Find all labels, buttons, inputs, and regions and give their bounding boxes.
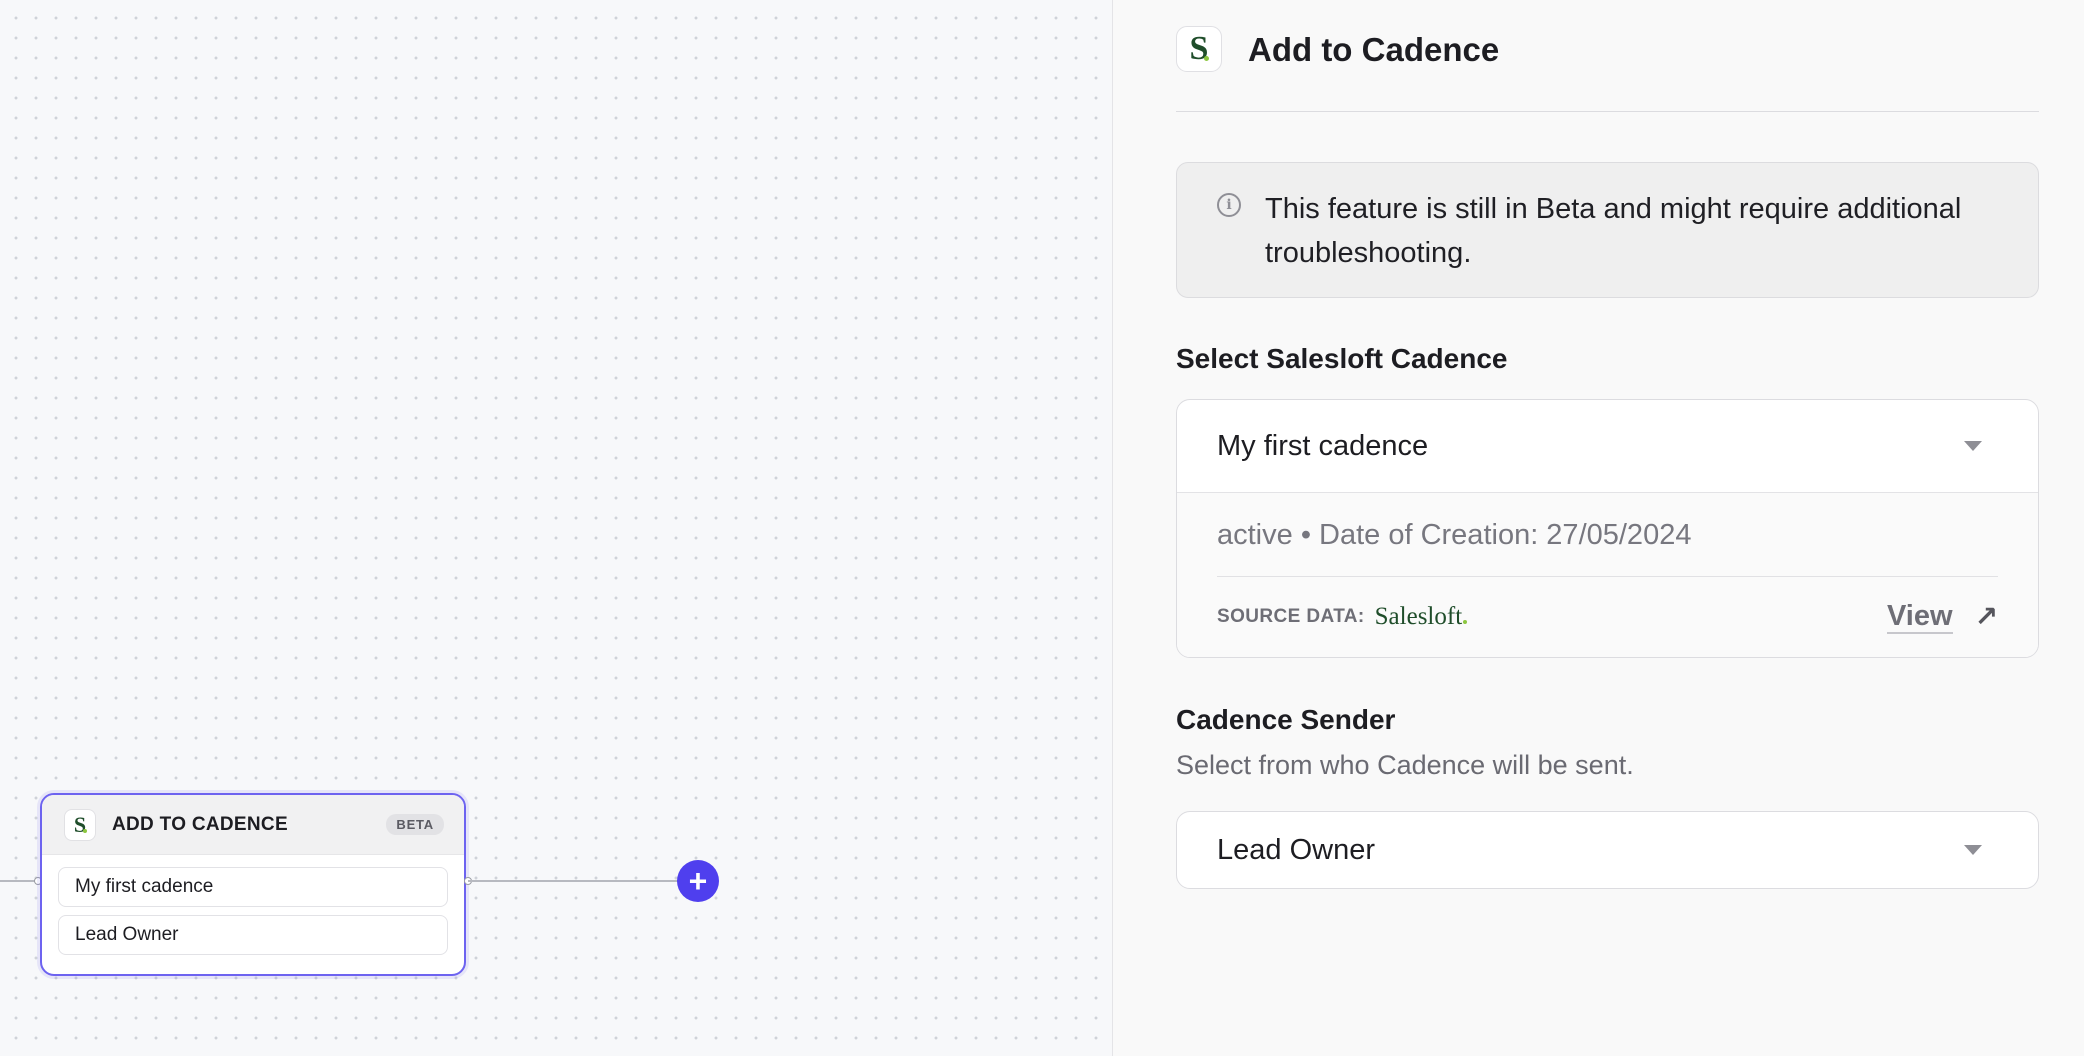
cadence-card: My first cadence active • Date of Creati… <box>1176 399 2039 658</box>
logo-letter: S <box>73 811 87 837</box>
node-header: S ADD TO CADENCE BETA <box>42 795 464 855</box>
node-title: ADD TO CADENCE <box>112 813 288 835</box>
cadence-section-label: Select Salesloft Cadence <box>1176 343 1508 374</box>
wordmark-dot <box>1463 619 1468 624</box>
add-step-button[interactable]: + <box>677 860 719 902</box>
node-field-sender: Lead Owner <box>58 915 448 955</box>
panel-header: S Add to Cadence <box>1176 26 2039 112</box>
cadence-select-value: My first cadence <box>1217 429 1429 462</box>
beta-badge: BETA <box>386 814 444 835</box>
info-glyph: i <box>1226 197 1232 213</box>
logo-letter: S <box>1189 30 1209 67</box>
app-root: S ADD TO CADENCE BETA My first cadence L… <box>0 0 2084 1056</box>
beta-alert: i This feature is still in Beta and migh… <box>1176 162 2039 298</box>
sender-select-value: Lead Owner <box>1217 833 1375 866</box>
source-label: SOURCE DATA: <box>1217 605 1365 627</box>
outgoing-connection <box>468 880 680 882</box>
incoming-connection <box>0 880 38 882</box>
cadence-details: active • Date of Creation: 27/05/2024 SO… <box>1177 493 2038 657</box>
salesloft-wordmark-text: Salesloft <box>1374 602 1463 630</box>
logo-dot <box>83 828 87 833</box>
salesloft-wordmark: Salesloft <box>1375 603 1468 631</box>
sender-section-label: Cadence Sender <box>1176 704 1396 735</box>
workflow-canvas[interactable]: S ADD TO CADENCE BETA My first cadence L… <box>0 0 1112 1056</box>
node-field-cadence: My first cadence <box>58 867 448 907</box>
sender-select[interactable]: Lead Owner <box>1176 811 2039 889</box>
salesloft-logo-icon: S <box>64 808 96 841</box>
view-link[interactable]: View <box>1886 600 1953 634</box>
chevron-down-icon[interactable] <box>1964 845 1982 855</box>
cadence-meta: active • Date of Creation: 27/05/2024 <box>1217 493 1998 577</box>
alert-text: This feature is still in Beta and might … <box>1265 193 1962 269</box>
add-to-cadence-node[interactable]: S ADD TO CADENCE BETA My first cadence L… <box>40 793 466 976</box>
sender-section-subtitle: Select from who Cadence will be sent. <box>1176 750 1634 780</box>
cadence-select[interactable]: My first cadence <box>1177 400 2038 493</box>
settings-panel: S Add to Cadence i This feature is still… <box>1113 0 2084 1056</box>
salesloft-logo-icon: S <box>1176 26 1222 72</box>
node-body: My first cadence Lead Owner <box>42 855 464 974</box>
logo-dot <box>1204 56 1209 61</box>
plus-icon: + <box>688 863 708 899</box>
external-link-arrow-icon[interactable]: ↗ <box>1975 600 1998 633</box>
chevron-down-icon[interactable] <box>1964 441 1982 451</box>
source-row: SOURCE DATA: Salesloft View ↗ <box>1217 577 1998 656</box>
panel-title: Add to Cadence <box>1248 31 1500 68</box>
info-icon: i <box>1217 193 1241 217</box>
